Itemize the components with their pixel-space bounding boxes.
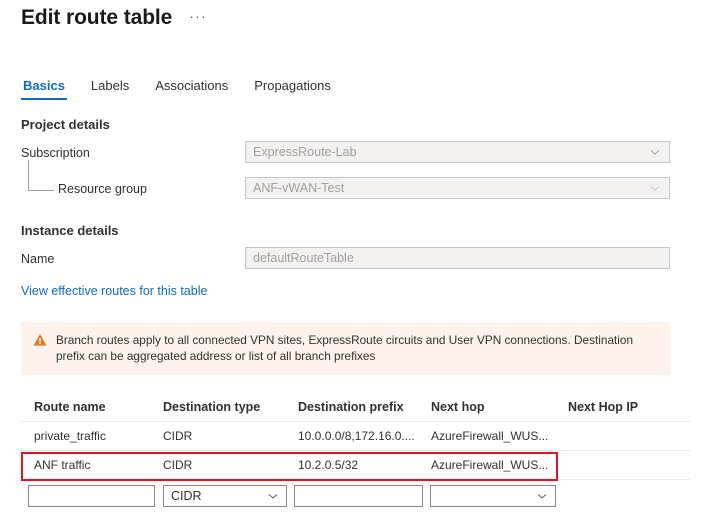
new-route-name-input[interactable] bbox=[28, 485, 155, 507]
page-header: Edit route table ··· bbox=[21, 4, 210, 32]
cell-destination-prefix: 10.2.0.5/32 bbox=[298, 458, 359, 472]
tree-connector bbox=[28, 160, 54, 191]
tab-bar: Basics Labels Associations Propagations bbox=[21, 78, 333, 100]
tab-labels[interactable]: Labels bbox=[89, 78, 131, 100]
cell-route-name: ANF traffic bbox=[34, 458, 91, 472]
new-next-hop-dropdown[interactable] bbox=[430, 485, 556, 507]
table-header-row: Route name Destination type Destination … bbox=[21, 392, 690, 422]
view-effective-routes-link[interactable]: View effective routes for this table bbox=[21, 284, 207, 298]
name-input[interactable]: defaultRouteTable bbox=[245, 247, 670, 269]
warning-triangle-icon bbox=[33, 333, 47, 347]
cell-next-hop: AzureFirewall_WUS... bbox=[431, 429, 549, 443]
cell-destination-prefix: 10.0.0.0/8,172.16.0.... bbox=[298, 429, 415, 443]
new-destination-type-dropdown[interactable]: CIDR bbox=[163, 485, 287, 507]
subscription-label: Subscription bbox=[21, 146, 90, 160]
cell-route-name: private_traffic bbox=[34, 429, 106, 443]
column-header-destination-type: Destination type bbox=[163, 399, 261, 414]
new-route-row: CIDR bbox=[21, 485, 690, 509]
tab-associations[interactable]: Associations bbox=[153, 78, 230, 100]
resource-group-dropdown[interactable]: ANF-vWAN-Test bbox=[245, 177, 670, 199]
instance-details-heading: Instance details bbox=[21, 223, 119, 238]
ellipsis-icon[interactable]: ··· bbox=[186, 7, 210, 29]
column-header-next-hop-ip: Next Hop IP bbox=[568, 399, 639, 414]
chevron-down-icon bbox=[649, 182, 661, 194]
cell-destination-type: CIDR bbox=[163, 429, 193, 443]
warning-banner: Branch routes apply to all connected VPN… bbox=[21, 322, 670, 375]
subscription-dropdown[interactable]: ExpressRoute-Lab bbox=[245, 141, 670, 163]
resource-group-label: Resource group bbox=[58, 182, 147, 196]
tab-basics[interactable]: Basics bbox=[21, 78, 67, 100]
new-destination-type-value: CIDR bbox=[171, 489, 202, 503]
table-row[interactable]: private_traffic CIDR 10.0.0.0/8,172.16.0… bbox=[21, 422, 690, 451]
name-label: Name bbox=[21, 252, 55, 266]
column-header-destination-prefix: Destination prefix bbox=[298, 399, 404, 414]
subscription-value: ExpressRoute-Lab bbox=[253, 145, 357, 159]
chevron-down-icon bbox=[536, 490, 548, 502]
tab-propagations[interactable]: Propagations bbox=[252, 78, 333, 100]
name-value: defaultRouteTable bbox=[253, 251, 354, 265]
table-row[interactable]: ANF traffic CIDR 10.2.0.5/32 AzureFirewa… bbox=[21, 451, 690, 480]
cell-next-hop: AzureFirewall_WUS... bbox=[431, 458, 549, 472]
new-destination-prefix-input[interactable] bbox=[294, 485, 423, 507]
cell-destination-type: CIDR bbox=[163, 458, 193, 472]
chevron-down-icon bbox=[649, 146, 661, 158]
warning-banner-text: Branch routes apply to all connected VPN… bbox=[56, 333, 634, 363]
chevron-down-icon bbox=[267, 490, 279, 502]
routes-table: Route name Destination type Destination … bbox=[21, 392, 690, 480]
column-header-next-hop: Next hop bbox=[431, 399, 485, 414]
project-details-heading: Project details bbox=[21, 117, 110, 132]
column-header-route-name: Route name bbox=[34, 399, 106, 414]
page-title: Edit route table bbox=[21, 6, 173, 29]
resource-group-value: ANF-vWAN-Test bbox=[253, 181, 345, 195]
